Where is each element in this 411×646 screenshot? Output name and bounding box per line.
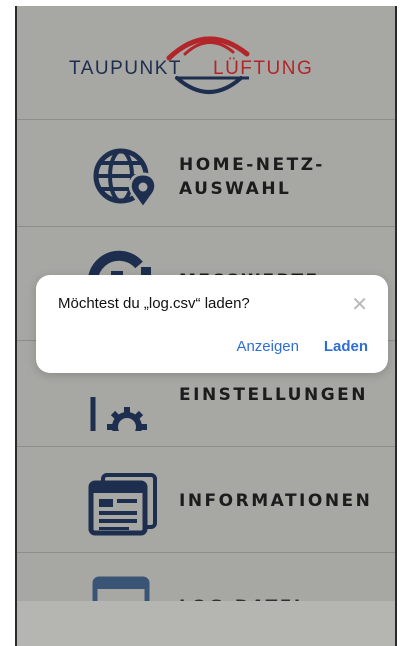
download-dialog: Möchtest du „log.csv“ laden? ✕ Anzeigen … [36,275,388,373]
logo-text-taupunkt: TAUPUNKT [69,58,182,79]
information-window-icon [88,473,157,536]
menu-label-line1: HOME-NETZ- [179,155,325,175]
logo-text-lueftung: LÜFTUNG [213,58,314,79]
menu-label: EINSTELLUNGEN [179,385,369,405]
menu-label: INFORMATIONEN [179,491,373,511]
menu-item-home-netz-auswahl[interactable]: HOME-NETZ- AUSWAHL [17,120,395,225]
taupunkt-lueftung-logo: TAUPUNKT LÜFTUNG [17,24,395,104]
laden-button[interactable]: Laden [324,338,368,355]
menu-label-line2: AUSWAHL [179,179,292,199]
dialog-message: Möchtest du „log.csv“ laden? [58,295,250,312]
anzeigen-button[interactable]: Anzeigen [236,338,299,355]
close-icon[interactable]: ✕ [351,292,368,317]
globe-location-icon [93,148,158,210]
menu-item-informationen[interactable]: INFORMATIONEN [17,447,395,552]
bottom-toolbar [17,601,395,646]
